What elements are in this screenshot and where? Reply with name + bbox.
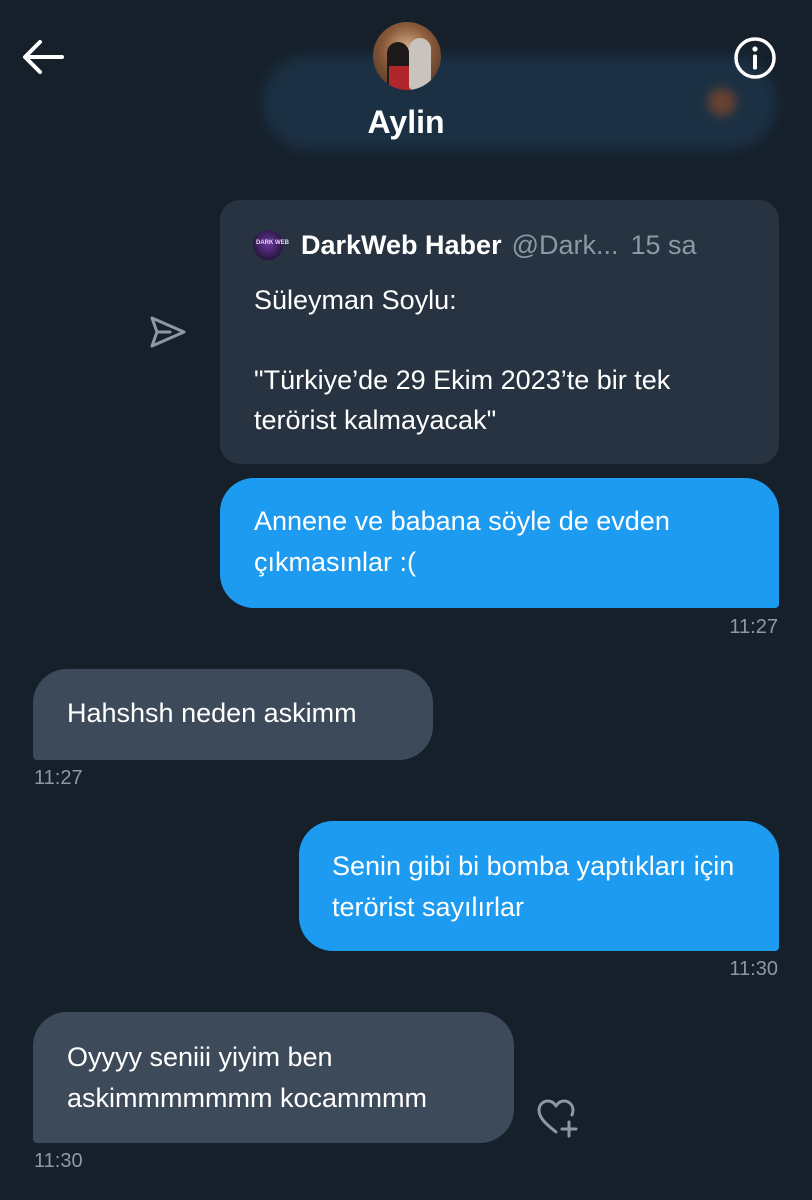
- shared-tweet-handle: @Dark...: [511, 229, 619, 260]
- shared-tweet-text: Süleyman Soylu: "Türkiye’de 29 Ekim 2023…: [254, 280, 754, 440]
- shared-tweet-card[interactable]: DARK WEB DarkWeb Haber @Dark... 15 sa Sü…: [220, 200, 779, 464]
- message-timestamp: 11:27: [34, 767, 83, 789]
- back-button[interactable]: [20, 36, 66, 78]
- contact-avatar[interactable]: [373, 22, 441, 90]
- arrow-left-icon: [23, 40, 64, 74]
- conversation-info-button[interactable]: [732, 35, 778, 81]
- message-timestamp: 11:27: [729, 616, 778, 638]
- share-tweet-button[interactable]: [148, 312, 188, 352]
- conversation-header: Aylin: [0, 0, 812, 160]
- heart-plus-icon: [537, 1099, 578, 1138]
- share-arrow-icon: [150, 316, 186, 348]
- shared-tweet-spacer: [254, 320, 754, 360]
- message-bubble-outgoing[interactable]: Annene ve babana söyle de evden çıkmasın…: [220, 478, 779, 608]
- message-text: Oyyyy seniii yiyim ben askimmmmmmm kocam…: [67, 1042, 427, 1113]
- message-text: Annene ve babana söyle de evden çıkmasın…: [254, 506, 670, 577]
- message-bubble-outgoing[interactable]: Senin gibi bi bomba yaptıkları için terö…: [299, 821, 779, 951]
- add-reaction-button[interactable]: [536, 1098, 580, 1138]
- shared-tweet-author: DarkWeb Haber: [301, 229, 502, 260]
- shared-tweet-avatar: DARK WEB: [253, 230, 289, 260]
- message-bubble-incoming[interactable]: Hahshsh neden askimm: [33, 669, 433, 760]
- avatar-figure-right: [409, 38, 431, 90]
- shared-tweet-time: 15 sa: [630, 229, 697, 260]
- message-timestamp: 11:30: [729, 958, 778, 980]
- message-text: Hahshsh neden askimm: [67, 698, 357, 728]
- info-circle-icon: [734, 37, 776, 79]
- contact-name[interactable]: Aylin: [0, 104, 812, 141]
- shared-tweet-text-line2: "Türkiye’de 29 Ekim 2023’te bir tek terö…: [254, 365, 671, 435]
- shared-tweet-avatar-text: DARK WEB: [256, 240, 289, 246]
- message-text: Senin gibi bi bomba yaptıkları için terö…: [332, 851, 735, 922]
- message-bubble-incoming[interactable]: Oyyyy seniii yiyim ben askimmmmmmm kocam…: [33, 1012, 514, 1143]
- avatar-figure-dress: [389, 66, 411, 90]
- shared-tweet-header: DARK WEB DarkWeb Haber @Dark... 15 sa: [253, 228, 773, 262]
- message-timestamp: 11:30: [34, 1150, 83, 1172]
- shared-tweet-text-line1: Süleyman Soylu:: [254, 285, 457, 315]
